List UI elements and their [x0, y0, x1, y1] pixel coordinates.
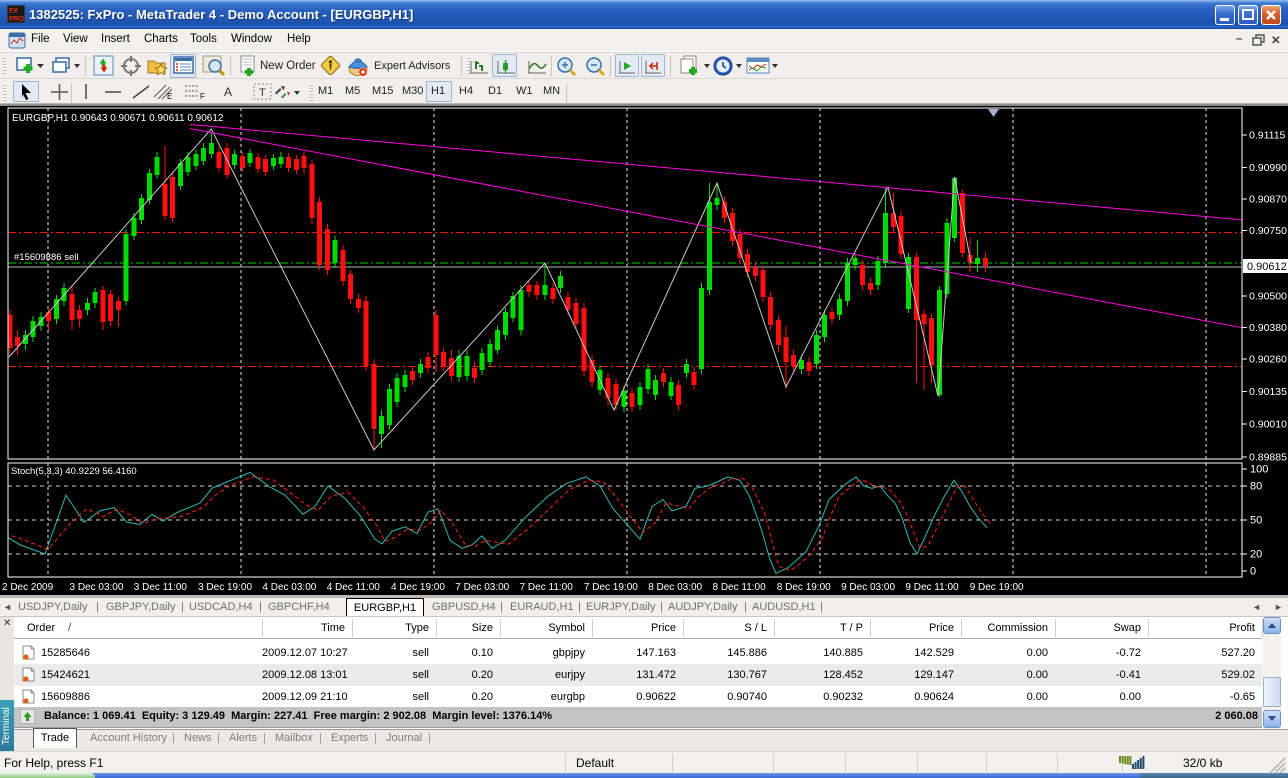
- svg-text:FX: FX: [9, 8, 18, 15]
- svg-text:9 Dec 11:00: 9 Dec 11:00: [905, 582, 959, 593]
- svg-text:9 Dec 03:00: 9 Dec 03:00: [841, 582, 895, 593]
- svg-text:50: 50: [1250, 515, 1262, 527]
- svg-text:0.90870: 0.90870: [1249, 194, 1287, 206]
- svg-text:0: 0: [1250, 566, 1256, 578]
- svg-text:0.89885: 0.89885: [1249, 452, 1287, 464]
- svg-text:0.90260: 0.90260: [1249, 354, 1287, 366]
- svg-text:0.90500: 0.90500: [1249, 291, 1287, 303]
- svg-text:3 Dec 03:00: 3 Dec 03:00: [70, 582, 124, 593]
- svg-text:T: T: [259, 87, 266, 99]
- svg-text:PRO: PRO: [9, 16, 25, 23]
- svg-text:Stoch(5,3,3) 40.9229 56.4160: Stoch(5,3,3) 40.9229 56.4160: [11, 466, 137, 477]
- svg-text:80: 80: [1250, 481, 1262, 493]
- svg-text:#15609886 sell: #15609886 sell: [14, 252, 78, 263]
- svg-text:0.90990: 0.90990: [1249, 162, 1287, 174]
- svg-text:8 Dec 19:00: 8 Dec 19:00: [777, 582, 831, 593]
- svg-text:100: 100: [1250, 464, 1268, 476]
- svg-text:F: F: [200, 92, 205, 100]
- svg-text:EURGBP,H1 0.90643 0.90671 0.9: EURGBP,H1 0.90643 0.90671 0.90611 0.9061…: [12, 113, 224, 124]
- svg-text:8 Dec 11:00: 8 Dec 11:00: [713, 582, 767, 593]
- svg-text:0.90010: 0.90010: [1249, 419, 1287, 431]
- svg-text:20: 20: [1250, 549, 1262, 561]
- svg-text:4 Dec 03:00: 4 Dec 03:00: [262, 582, 316, 593]
- svg-text:7 Dec 11:00: 7 Dec 11:00: [520, 582, 574, 593]
- svg-text:4 Dec 11:00: 4 Dec 11:00: [327, 582, 381, 593]
- svg-text:8 Dec 03:00: 8 Dec 03:00: [648, 582, 702, 593]
- svg-text:7 Dec 03:00: 7 Dec 03:00: [455, 582, 509, 593]
- svg-text:7 Dec 19:00: 7 Dec 19:00: [584, 582, 638, 593]
- svg-text:0.90750: 0.90750: [1249, 225, 1287, 237]
- svg-text:0.90135: 0.90135: [1249, 386, 1287, 398]
- svg-text:3 Dec 19:00: 3 Dec 19:00: [198, 582, 252, 593]
- svg-text:9 Dec 19:00: 9 Dec 19:00: [970, 582, 1024, 593]
- svg-text:0.90380: 0.90380: [1249, 322, 1287, 334]
- svg-text:4 Dec 19:00: 4 Dec 19:00: [391, 582, 445, 593]
- svg-text:0.91115: 0.91115: [1249, 130, 1286, 142]
- svg-text:2 Dec 2009: 2 Dec 2009: [2, 582, 54, 593]
- svg-text:E: E: [167, 92, 172, 100]
- svg-text:0.90612: 0.90612: [1247, 261, 1287, 273]
- svg-text:3 Dec 11:00: 3 Dec 11:00: [134, 582, 188, 593]
